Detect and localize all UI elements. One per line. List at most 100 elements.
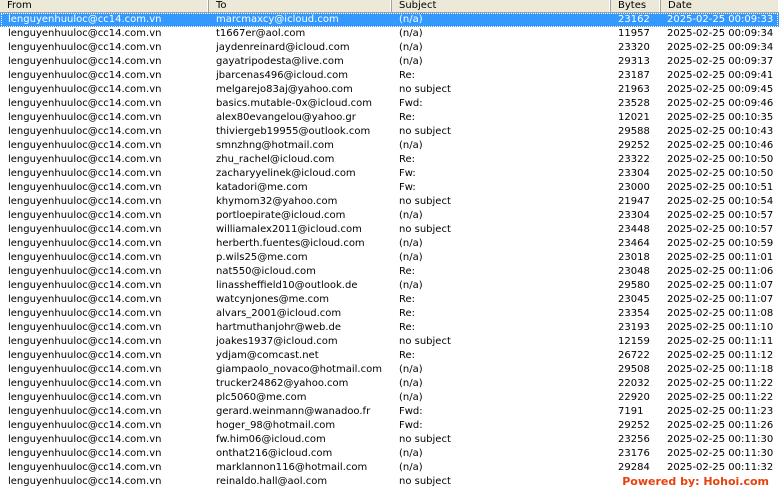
cell-to: portloepirate@icloud.com: [216, 210, 346, 221]
cell-to: thiviergeb19955@outlook.com: [216, 126, 371, 137]
cell-to: gayatripodesta@live.com: [216, 56, 344, 67]
cell-bytes: 26722: [618, 350, 650, 361]
cell-from: lenguyenhuuloc@cc14.com.vn: [8, 168, 162, 179]
table-row[interactable]: lenguyenhuuloc@cc14.com.vn ydjam@comcast.…: [0, 349, 779, 363]
cell-subject: Re:: [399, 266, 416, 277]
cell-date: 2025-02-25 00:11:12: [667, 350, 774, 361]
cell-subject: Re:: [399, 70, 416, 81]
table-row[interactable]: lenguyenhuuloc@cc14.com.vn p.wils25@me.co…: [0, 251, 779, 265]
cell-from: lenguyenhuuloc@cc14.com.vn: [8, 98, 162, 109]
cell-date: 2025-02-25 00:11:22: [667, 392, 774, 403]
cell-date: 2025-02-25 00:11:10: [667, 322, 774, 333]
table-row[interactable]: lenguyenhuuloc@cc14.com.vn watcynjones@me…: [0, 293, 779, 307]
cell-to: smnzhng@hotmail.com: [216, 140, 334, 151]
table-row[interactable]: lenguyenhuuloc@cc14.com.vn jbarcenas496@i…: [0, 69, 779, 83]
table-row[interactable]: lenguyenhuuloc@cc14.com.vn khymom32@yahoo…: [0, 195, 779, 209]
table-row[interactable]: lenguyenhuuloc@cc14.com.vn portloepirate@…: [0, 209, 779, 223]
column-header: From To Subject Bytes Date: [0, 0, 779, 13]
table-row[interactable]: lenguyenhuuloc@cc14.com.vn gerard.weinman…: [0, 405, 779, 419]
table-row[interactable]: lenguyenhuuloc@cc14.com.vn giampaolo_nova…: [0, 363, 779, 377]
table-row[interactable]: lenguyenhuuloc@cc14.com.vn smnzhng@hotmai…: [0, 139, 779, 153]
cell-date: 2025-02-25 00:11:01: [667, 252, 774, 263]
table-row[interactable]: lenguyenhuuloc@cc14.com.vn jaydenreinard@…: [0, 41, 779, 55]
cell-subject: (n/a): [399, 140, 423, 151]
table-row[interactable]: lenguyenhuuloc@cc14.com.vn zacharyyelinek…: [0, 167, 779, 181]
column-header-from[interactable]: From: [0, 0, 209, 12]
cell-from: lenguyenhuuloc@cc14.com.vn: [8, 14, 162, 25]
cell-date: 2025-02-25 00:10:50: [667, 154, 774, 165]
cell-to: marklannon116@hotmail.com: [216, 462, 368, 473]
column-header-subject[interactable]: Subject: [392, 0, 611, 12]
cell-from: lenguyenhuuloc@cc14.com.vn: [8, 224, 162, 235]
cell-bytes: 23322: [618, 154, 650, 165]
table-row[interactable]: lenguyenhuuloc@cc14.com.vn basics.mutable…: [0, 97, 779, 111]
cell-date: 2025-02-25 00:10:51: [667, 182, 774, 193]
cell-subject: (n/a): [399, 252, 423, 263]
cell-to: reinaldo.hall@aol.com: [216, 476, 328, 487]
cell-bytes: 29252: [618, 420, 650, 431]
cell-date: 2025-02-25 00:09:37: [667, 56, 774, 67]
cell-to: alex80evangelou@yahoo.gr: [216, 112, 356, 123]
cell-bytes: 29588: [618, 126, 650, 137]
table-row[interactable]: lenguyenhuuloc@cc14.com.vn marcmaxcy@iclo…: [0, 13, 779, 27]
cell-date: 2025-02-25 00:09:34: [667, 42, 774, 53]
table-row[interactable]: lenguyenhuuloc@cc14.com.vn joakes1937@icl…: [0, 335, 779, 349]
cell-subject: Fwd:: [399, 406, 423, 417]
table-row[interactable]: lenguyenhuuloc@cc14.com.vn thiviergeb1995…: [0, 125, 779, 139]
cell-bytes: 23448: [618, 224, 650, 235]
table-row[interactable]: lenguyenhuuloc@cc14.com.vn hoger_98@hotma…: [0, 419, 779, 433]
cell-date: 2025-02-25 00:10:35: [667, 112, 774, 123]
cell-date: 2025-02-25 00:11:07: [667, 280, 774, 291]
table-row[interactable]: lenguyenhuuloc@cc14.com.vn herberth.fuent…: [0, 237, 779, 251]
cell-from: lenguyenhuuloc@cc14.com.vn: [8, 140, 162, 151]
cell-from: lenguyenhuuloc@cc14.com.vn: [8, 378, 162, 389]
column-header-bytes[interactable]: Bytes: [611, 0, 661, 12]
cell-from: lenguyenhuuloc@cc14.com.vn: [8, 336, 162, 347]
column-header-to[interactable]: To: [209, 0, 392, 12]
table-row[interactable]: lenguyenhuuloc@cc14.com.vn t1667er@aol.co…: [0, 27, 779, 41]
table-row[interactable]: lenguyenhuuloc@cc14.com.vn plc5060@me.com…: [0, 391, 779, 405]
column-header-date[interactable]: Date: [661, 0, 779, 12]
table-row[interactable]: lenguyenhuuloc@cc14.com.vn marklannon116@…: [0, 461, 779, 475]
cell-subject: Fwd:: [399, 420, 423, 431]
cell-to: joakes1937@icloud.com: [216, 336, 338, 347]
cell-to: linassheffield10@outlook.de: [216, 280, 358, 291]
cell-bytes: 23320: [618, 42, 650, 53]
cell-from: lenguyenhuuloc@cc14.com.vn: [8, 406, 162, 417]
cell-subject: no subject: [399, 196, 451, 207]
table-row[interactable]: lenguyenhuuloc@cc14.com.vn alvars_2001@ic…: [0, 307, 779, 321]
cell-subject: Fw:: [399, 168, 416, 179]
cell-bytes: 7191: [618, 406, 644, 417]
cell-date: 2025-02-25 00:11:18: [667, 364, 774, 375]
cell-from: lenguyenhuuloc@cc14.com.vn: [8, 238, 162, 249]
cell-to: onthat216@icloud.com: [216, 448, 333, 459]
cell-from: lenguyenhuuloc@cc14.com.vn: [8, 196, 162, 207]
cell-from: lenguyenhuuloc@cc14.com.vn: [8, 84, 162, 95]
cell-to: marcmaxcy@icloud.com: [216, 14, 339, 25]
cell-bytes: 29508: [618, 364, 650, 375]
table-row[interactable]: lenguyenhuuloc@cc14.com.vn trucker24862@y…: [0, 377, 779, 391]
table-row[interactable]: lenguyenhuuloc@cc14.com.vn linassheffield…: [0, 279, 779, 293]
table-row[interactable]: lenguyenhuuloc@cc14.com.vn fw.him06@iclou…: [0, 433, 779, 447]
table-row[interactable]: lenguyenhuuloc@cc14.com.vn alex80evangelo…: [0, 111, 779, 125]
table-row[interactable]: lenguyenhuuloc@cc14.com.vn melgarejo83aj@…: [0, 83, 779, 97]
table-row[interactable]: lenguyenhuuloc@cc14.com.vn hartmuthanjohr…: [0, 321, 779, 335]
cell-bytes: 23045: [618, 294, 650, 305]
cell-date: 2025-02-25 00:11:30: [667, 434, 774, 445]
cell-bytes: 23187: [618, 70, 650, 81]
message-list[interactable]: From To Subject Bytes Date lenguyenhuulo…: [0, 0, 779, 490]
table-row[interactable]: lenguyenhuuloc@cc14.com.vn zhu_rachel@icl…: [0, 153, 779, 167]
table-row[interactable]: lenguyenhuuloc@cc14.com.vn katadori@me.co…: [0, 181, 779, 195]
cell-from: lenguyenhuuloc@cc14.com.vn: [8, 434, 162, 445]
table-row[interactable]: lenguyenhuuloc@cc14.com.vn gayatripodesta…: [0, 55, 779, 69]
table-row[interactable]: lenguyenhuuloc@cc14.com.vn williamalex201…: [0, 223, 779, 237]
cell-date: 2025-02-25 00:10:59: [667, 238, 774, 249]
table-row[interactable]: lenguyenhuuloc@cc14.com.vn nat550@icloud.…: [0, 265, 779, 279]
table-row[interactable]: lenguyenhuuloc@cc14.com.vn onthat216@iclo…: [0, 447, 779, 461]
cell-from: lenguyenhuuloc@cc14.com.vn: [8, 364, 162, 375]
cell-to: gerard.weinmann@wanadoo.fr: [216, 406, 371, 417]
cell-from: lenguyenhuuloc@cc14.com.vn: [8, 28, 162, 39]
cell-bytes: 23304: [618, 210, 650, 221]
cell-bytes: 23256: [618, 434, 650, 445]
cell-bytes: 29284: [618, 462, 650, 473]
